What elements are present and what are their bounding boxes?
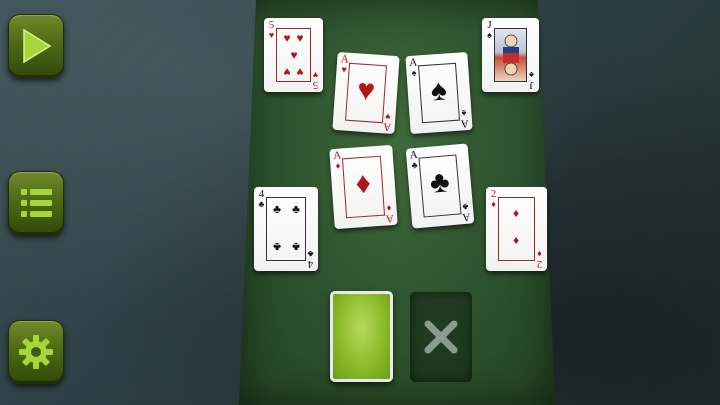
heart-icon: ♥: [296, 65, 304, 79]
play-icon: [23, 28, 52, 64]
club-icon: ♣: [273, 240, 281, 254]
card-two-of-diamonds[interactable]: 2 ♦ ♦ ♦ 2 ♦: [486, 187, 547, 271]
card-ace-of-spades[interactable]: A ♠ ♠ A ♠: [405, 51, 473, 135]
card-five-of-hearts[interactable]: 5 ♥ ♥ ♥ ♥ ♥ ♥ 5 ♥: [264, 18, 323, 92]
play-button[interactable]: [8, 14, 64, 78]
spade-icon: ♠: [429, 73, 448, 108]
diamond-icon: ♦: [537, 249, 542, 259]
card-rank: A: [385, 211, 395, 225]
list-icon: [21, 189, 52, 217]
menu-button[interactable]: [8, 171, 64, 235]
settings-button[interactable]: [8, 320, 64, 384]
card-rank: 5: [312, 79, 319, 91]
card-rank: A: [461, 210, 471, 224]
card-rank: 2: [536, 258, 543, 270]
club-icon: ♣: [258, 199, 265, 209]
spade-icon: ♠: [529, 70, 534, 80]
heart-icon: ♥: [356, 73, 377, 108]
card-jack-of-spades[interactable]: J ♠ J ♠: [482, 18, 539, 92]
club-icon: ♣: [292, 202, 300, 216]
heart-icon: ♥: [384, 111, 391, 122]
gear-icon: [19, 335, 53, 369]
card-rank: J: [529, 79, 534, 91]
heart-icon: ♥: [296, 31, 304, 45]
heart-icon: ♥: [290, 48, 298, 62]
heart-icon: ♥: [312, 70, 319, 80]
club-icon: ♣: [428, 165, 451, 200]
card-rank: A: [382, 120, 392, 133]
discard-slot[interactable]: [410, 292, 472, 382]
club-icon: ♣: [273, 202, 281, 216]
card-rank: A: [460, 117, 470, 130]
card-ace-of-clubs[interactable]: A ♣ ♣ A ♣: [405, 143, 475, 229]
card-rank: 4: [307, 258, 314, 270]
close-icon: [424, 320, 458, 354]
card-four-of-clubs[interactable]: 4 ♣ ♣ ♣ ♣ ♣ 4 ♣: [254, 187, 318, 271]
card-ace-of-diamonds[interactable]: A ♦ ♦ A ♦: [329, 144, 398, 230]
heart-icon: ♥: [283, 31, 291, 45]
diamond-icon: ♦: [354, 166, 373, 201]
jack-face-icon: [503, 34, 519, 76]
diamond-icon: ♦: [512, 234, 520, 248]
club-icon: ♣: [292, 240, 300, 254]
club-icon: ♣: [307, 249, 314, 259]
card-ace-of-hearts[interactable]: A ♥ ♥ A ♥: [332, 51, 400, 135]
heart-icon: ♥: [283, 65, 291, 79]
diamond-icon: ♦: [491, 199, 496, 209]
draw-deck[interactable]: [330, 291, 393, 382]
spade-icon: ♠: [487, 30, 492, 40]
heart-icon: ♥: [268, 30, 275, 40]
diamond-icon: ♦: [512, 206, 520, 220]
